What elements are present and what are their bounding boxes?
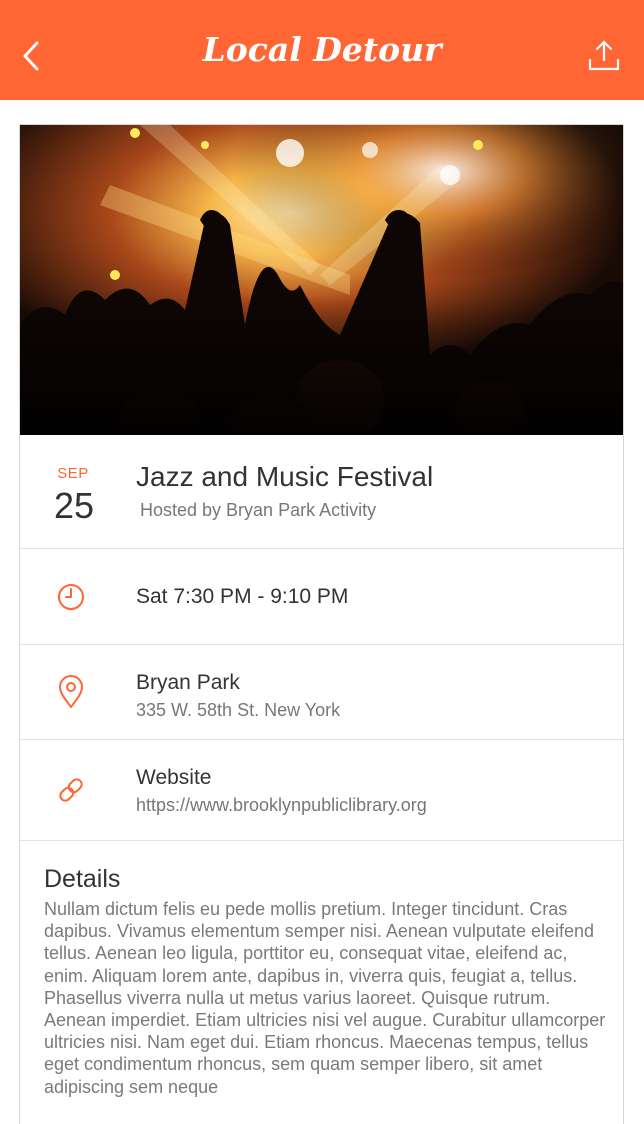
location-address: 335 W. 58th St. New York <box>136 700 341 720</box>
event-location-row[interactable]: Bryan Park 335 W. 58th St. New York <box>20 645 623 740</box>
link-icon <box>54 773 88 807</box>
event-time-row: Sat 7:30 PM - 9:10 PM <box>20 549 623 645</box>
concert-crowd-photo <box>20 125 623 435</box>
share-upload-icon <box>588 40 620 71</box>
app-title: Local Detour <box>202 30 442 69</box>
event-date-month: SEP <box>57 465 89 482</box>
website-url[interactable]: https://www.brooklynpubliclibrary.org <box>136 795 427 816</box>
event-host: Hosted by Bryan Park Activity <box>140 500 377 520</box>
event-hero-image <box>20 125 623 435</box>
event-time: Sat 7:30 PM - 9:10 PM <box>136 585 349 608</box>
details-heading: Details <box>44 865 121 893</box>
event-website-row[interactable]: Website https://www.brooklynpubliclibrar… <box>20 740 623 841</box>
top-navigation-bar: Local Detour <box>0 0 644 100</box>
share-button[interactable] <box>584 36 624 76</box>
location-name: Bryan Park <box>136 671 240 694</box>
event-title: Jazz and Music Festival <box>136 461 434 492</box>
details-body: Nullam dictum felis eu pede mollis preti… <box>44 899 606 1097</box>
map-pin-icon <box>54 675 88 709</box>
clock-icon <box>54 580 88 614</box>
event-header-row: SEP 25 Jazz and Music Festival Hosted by… <box>20 435 623 549</box>
website-label: Website <box>136 766 212 789</box>
event-date-day: 25 <box>53 485 95 526</box>
event-card: SEP 25 Jazz and Music Festival Hosted by… <box>19 124 624 1124</box>
